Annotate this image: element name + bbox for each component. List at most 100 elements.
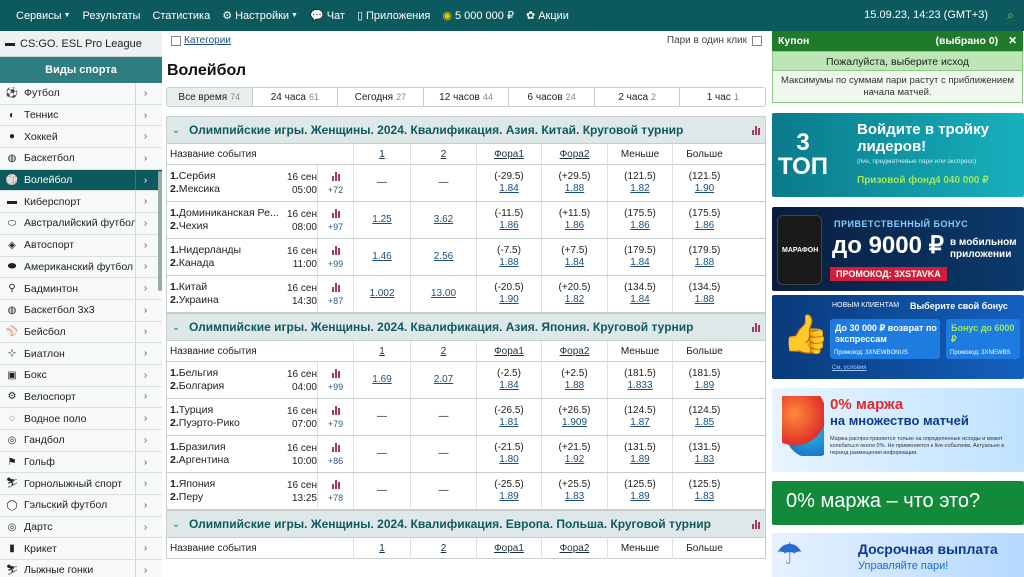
odds-handicap-2[interactable]: (+25.5) 1.83 (541, 473, 607, 509)
sidebar-item-basketball[interactable]: ◍ Баскетбол › (0, 148, 162, 170)
odds-over[interactable]: (124.5) 1.85 (672, 399, 736, 435)
odds-over[interactable]: (181.5) 1.89 (672, 362, 736, 398)
sidebar-item-esports[interactable]: ▬ Киберспорт › (0, 191, 162, 214)
zero-margin-info-banner[interactable]: 0% маржа – что это? (772, 481, 1024, 525)
chevron-right-icon[interactable]: › (135, 104, 155, 126)
promos-link[interactable]: ✿ Акции (520, 0, 575, 31)
settings-menu[interactable]: ⚙ Настройки ▼ (216, 0, 304, 31)
top-leaders-banner[interactable]: 3 ТОП Войдите в тройку лидеров! (live, п… (772, 113, 1024, 197)
odds-over[interactable]: (125.5) 1.83 (672, 473, 736, 509)
event-teams[interactable]: 1.Бразилия 2.Аргентина 16 сен 10:00 (167, 436, 317, 472)
stats-icon[interactable] (752, 322, 760, 332)
odds-over[interactable]: (179.5) 1.88 (672, 239, 736, 275)
pinned-league[interactable]: ▬ CS:GO. ESL Pro League (0, 31, 162, 57)
odds-handicap-1[interactable]: (-26.5) 1.81 (476, 399, 541, 435)
tab-time-filter[interactable]: 24 часа 61 (252, 88, 339, 106)
tab-time-filter[interactable]: 2 часа 2 (594, 88, 681, 106)
odds-value[interactable]: 1.82 (565, 294, 584, 306)
tab-time-filter[interactable]: 1 час 1 (680, 88, 765, 106)
more-markets[interactable]: +78 (317, 473, 353, 509)
one-click-toggle[interactable]: Пари в один клик (667, 35, 762, 46)
more-markets-count[interactable]: +86 (328, 456, 343, 466)
sidebar-item-biathlon[interactable]: ⊹ Биатлон › (0, 343, 162, 365)
welcome-bonus-banner[interactable]: МАРАФОН ПРИВЕТСТВЕННЫЙ БОНУС до 9000 ₽ в… (772, 207, 1024, 291)
group-header[interactable]: ⌄ Олимпийские игры. Женщины. 2024. Квалиф… (167, 511, 765, 538)
chevron-right-icon[interactable]: › (135, 126, 155, 148)
odds-handicap-1[interactable]: (-20.5) 1.90 (476, 276, 541, 312)
chevron-right-icon[interactable]: › (135, 451, 155, 473)
odds-value[interactable]: 1.83 (565, 491, 584, 503)
odds-value[interactable]: 1.80 (499, 454, 518, 466)
odds-handicap-2[interactable]: (+21.5) 1.92 (541, 436, 607, 472)
more-markets[interactable]: +86 (317, 436, 353, 472)
event-teams[interactable]: 1.Нидерланды 2.Канада 16 сен 11:00 (167, 239, 317, 275)
more-markets-count[interactable]: +79 (328, 419, 343, 429)
sidebar-item-gaelic-football[interactable]: ◯ Гэльский футбол › (0, 495, 162, 517)
chevron-right-icon[interactable]: › (135, 495, 155, 516)
one-click-checkbox[interactable] (752, 35, 762, 46)
col-handicap2[interactable]: Фора2 (541, 537, 607, 559)
stats-icon[interactable] (752, 519, 760, 529)
odds-value[interactable]: 1.88 (565, 183, 584, 195)
odds-handicap-1[interactable]: (-29.5) 1.84 (476, 165, 541, 201)
odds-handicap-2[interactable]: (+11.5) 1.86 (541, 202, 607, 238)
tab-time-filter[interactable]: 12 часов 44 (423, 88, 510, 106)
stats-icon[interactable] (331, 442, 340, 452)
new-clients-banner[interactable]: 👍 НОВЫМ КЛИЕНТАМ Выберите свой бонус До … (772, 295, 1024, 379)
coupon-header[interactable]: Купон (выбрано 0) ✕ (772, 31, 1023, 51)
odds-value[interactable]: 1.88 (695, 257, 714, 269)
sidebar-item-golf[interactable]: ⚑ Гольф › (0, 451, 162, 474)
chevron-right-icon[interactable]: › (135, 343, 155, 364)
odds-handicap-2[interactable]: (+20.5) 1.82 (541, 276, 607, 312)
col-2[interactable]: 2 (410, 537, 476, 559)
sidebar-item-water-polo[interactable]: ◌ Водное поло › (0, 408, 162, 430)
chevron-right-icon[interactable]: › (135, 516, 155, 538)
chevron-right-icon[interactable]: › (135, 83, 155, 104)
odds-value[interactable]: 3.62 (434, 214, 453, 226)
event-teams[interactable]: 1.Бельгия 2.Болгария 16 сен 04:00 (167, 362, 317, 398)
more-markets[interactable]: +99 (317, 239, 353, 275)
odds-value[interactable]: 1.88 (565, 380, 584, 392)
col-2[interactable]: 2 (410, 143, 476, 165)
col-handicap2[interactable]: Фора2 (541, 143, 607, 165)
chevron-right-icon[interactable]: › (135, 538, 155, 560)
odds-value[interactable]: 1.89 (499, 491, 518, 503)
odds-value[interactable]: 1.002 (369, 288, 394, 300)
tab-time-filter[interactable]: Сегодня 27 (338, 88, 424, 106)
chevron-right-icon[interactable]: › (135, 278, 155, 299)
sidebar-item-basketball-3x3[interactable]: ◍ Баскетбол 3x3 › (0, 299, 162, 322)
sidebar-item-motorsport[interactable]: ◈ Автоспорт › (0, 234, 162, 257)
sidebar-item-skiing[interactable]: ⛷ Горнолыжный спорт › (0, 473, 162, 496)
more-markets-count[interactable]: +78 (328, 493, 343, 503)
odds-under[interactable]: (134.5) 1.84 (607, 276, 672, 312)
odds-under[interactable]: (179.5) 1.84 (607, 239, 672, 275)
sidebar-item-hockey[interactable]: ● Хоккей › (0, 126, 162, 149)
odds-over[interactable]: (121.5) 1.90 (672, 165, 736, 201)
odds-value[interactable]: 1.69 (372, 374, 391, 386)
col-1[interactable]: 1 (353, 537, 410, 559)
odds-value[interactable]: 1.84 (565, 257, 584, 269)
sidebar-item-cross-country[interactable]: ⛷ Лыжные гонки › (0, 560, 162, 577)
col-1[interactable]: 1 (353, 340, 410, 362)
odds-value[interactable]: 1.89 (630, 454, 649, 466)
odds-over[interactable]: (175.5) 1.86 (672, 202, 736, 238)
odds-under[interactable]: (181.5) 1.833 (607, 362, 672, 398)
odds-handicap-1[interactable]: (-7.5) 1.88 (476, 239, 541, 275)
event-teams[interactable]: 1.Китай 2.Украина 16 сен 14:30 (167, 276, 317, 312)
stats-icon[interactable] (331, 282, 340, 292)
odds-value[interactable]: 1.84 (499, 380, 518, 392)
tab-time-filter[interactable]: 6 часов 24 (509, 88, 595, 106)
event-teams[interactable]: 1.Сербия 2.Мексика 16 сен 05:00 (167, 165, 317, 201)
odds-value[interactable]: 1.90 (499, 294, 518, 306)
chevron-right-icon[interactable]: › (135, 364, 155, 386)
categories-link[interactable]: Категории (184, 35, 231, 46)
odds-value[interactable]: 1.90 (695, 183, 714, 195)
stats-icon[interactable] (331, 208, 340, 218)
col-handicap1[interactable]: Фора1 (476, 537, 541, 559)
odds-value[interactable]: 1.82 (630, 183, 649, 195)
more-markets-count[interactable]: +72 (328, 185, 343, 195)
chevron-right-icon[interactable]: › (135, 560, 155, 577)
odds-handicap-1[interactable]: (-21.5) 1.80 (476, 436, 541, 472)
event-teams[interactable]: 1.Доминиканская Ре... 2.Чехия 16 сен 08:00 (167, 202, 317, 238)
chevron-down-icon[interactable]: ⌄ (167, 322, 185, 333)
